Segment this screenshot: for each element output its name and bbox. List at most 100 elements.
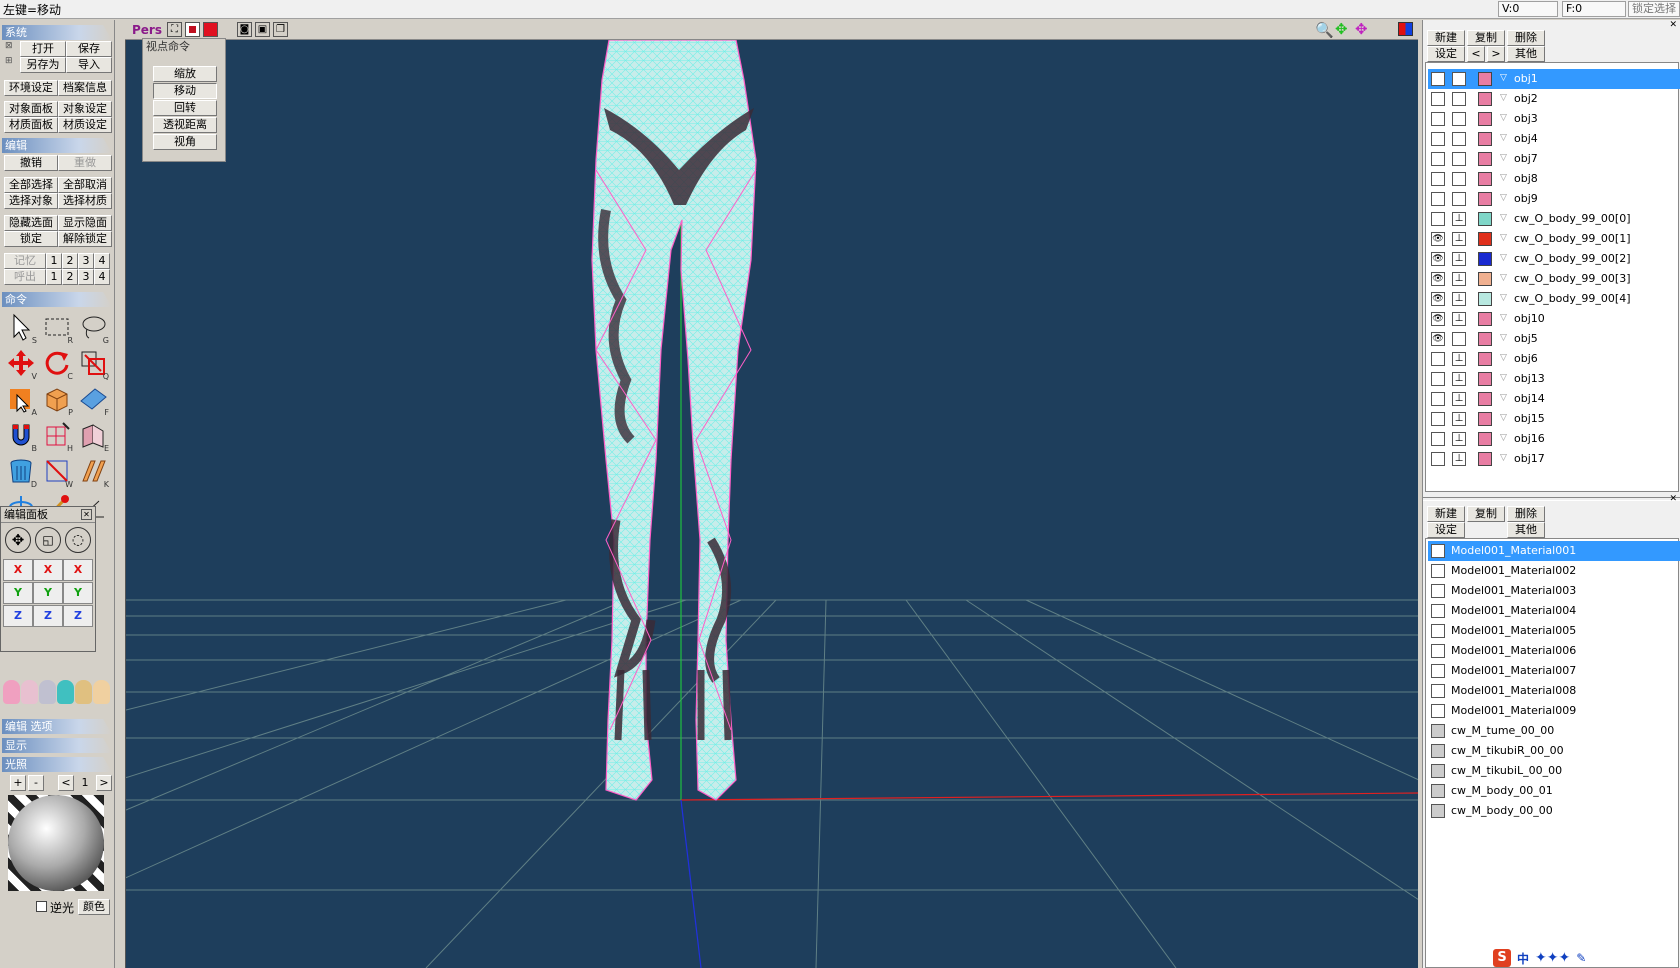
material-swatch[interactable] — [1431, 644, 1445, 658]
object-row[interactable]: ▽ obj8 — [1428, 169, 1680, 189]
chevron-down-icon[interactable]: ▽ — [1500, 313, 1507, 323]
extrude-tool[interactable]: E — [75, 417, 111, 453]
material-swatch[interactable] — [1431, 564, 1445, 578]
recall-slot-1[interactable]: 1 — [46, 269, 62, 285]
close-icon[interactable]: ✕ — [81, 509, 92, 520]
lock-toggle[interactable] — [1452, 192, 1466, 206]
avatar[interactable] — [21, 680, 38, 704]
section-display[interactable]: 显示 — [2, 738, 112, 753]
chevron-down-icon[interactable]: ▽ — [1500, 393, 1507, 403]
visibility-toggle[interactable] — [1431, 212, 1445, 226]
avatar[interactable] — [3, 680, 20, 704]
deselect-all-button[interactable]: 全部取消 — [58, 177, 112, 193]
hide-faces-button[interactable]: 隐藏选面 — [4, 215, 58, 231]
chevron-down-icon[interactable]: ▽ — [1500, 353, 1507, 363]
material-row[interactable]: cw_M_tikubiR_00_00 — [1428, 741, 1680, 761]
chevron-down-icon[interactable]: ▽ — [1500, 113, 1507, 123]
ep-scale-z[interactable]: Z — [33, 605, 63, 627]
file-info-button[interactable]: 档案信息 — [58, 80, 112, 96]
lock-icon[interactable]: ⊥ — [1452, 432, 1466, 446]
object-color-swatch[interactable] — [1478, 212, 1492, 226]
object-color-swatch[interactable] — [1478, 252, 1492, 266]
material-swatch[interactable] — [1431, 604, 1445, 618]
object-color-swatch[interactable] — [1478, 232, 1492, 246]
lasso-tool[interactable]: G — [75, 309, 111, 345]
perspective-distance-button[interactable]: 透视距离 — [153, 117, 217, 133]
lock-toggle[interactable] — [1452, 72, 1466, 86]
object-color-swatch[interactable] — [1478, 132, 1492, 146]
material-row[interactable]: Model001_Material004 — [1428, 601, 1680, 621]
object-row[interactable]: 👁 ⊥ ▽ cw_O_body_99_00[1] — [1428, 229, 1680, 249]
section-edit-options[interactable]: 编辑 选项 — [2, 719, 112, 734]
3d-viewport[interactable] — [125, 20, 1418, 968]
obj-copy-button[interactable]: 复制 — [1467, 30, 1505, 46]
material-swatch[interactable] — [1431, 744, 1445, 758]
avatar[interactable] — [57, 680, 74, 704]
object-row[interactable]: ▽ obj1 — [1428, 69, 1680, 89]
material-swatch[interactable] — [1431, 704, 1445, 718]
object-color-swatch[interactable] — [1478, 292, 1492, 306]
undo-button[interactable]: 撤销 — [4, 155, 58, 171]
material-row[interactable]: Model001_Material009 — [1428, 701, 1680, 721]
lock-toggle[interactable] — [1452, 92, 1466, 106]
material-panel-button[interactable]: 材质面板 — [4, 117, 58, 133]
view-angle-button[interactable]: 视角 — [153, 134, 217, 150]
visibility-toggle[interactable] — [1431, 92, 1445, 106]
material-swatch[interactable] — [1431, 764, 1445, 778]
visibility-toggle[interactable] — [1431, 152, 1445, 166]
eye-icon[interactable]: 👁 — [1431, 272, 1445, 286]
chevron-down-icon[interactable]: ▽ — [1500, 293, 1507, 303]
solid-view-icon[interactable] — [203, 22, 218, 37]
ep-move-x[interactable]: X — [3, 559, 33, 581]
recall-button[interactable]: 呼出 — [4, 269, 46, 285]
lock-icon[interactable]: ⊥ — [1452, 372, 1466, 386]
lock-icon[interactable]: ⊥ — [1452, 252, 1466, 266]
chevron-down-icon[interactable]: ▽ — [1500, 453, 1507, 463]
env-settings-button[interactable]: 环境设定 — [4, 80, 58, 96]
visibility-toggle[interactable] — [1431, 352, 1445, 366]
rotate-view-icon[interactable]: ✥ — [1355, 20, 1368, 38]
lock-icon[interactable]: ⊥ — [1452, 232, 1466, 246]
obj-new-button[interactable]: 新建 — [1427, 30, 1465, 46]
light-prev-button[interactable]: < — [58, 775, 74, 791]
object-row[interactable]: ▽ obj2 — [1428, 89, 1680, 109]
rect-select-tool[interactable]: R — [39, 309, 75, 345]
light-preview[interactable] — [8, 795, 104, 891]
ep-scale-x[interactable]: X — [33, 559, 63, 581]
ep-rotate-z[interactable]: Z — [63, 605, 93, 627]
chevron-down-icon[interactable]: ▽ — [1500, 153, 1507, 163]
save-button[interactable]: 保存 — [66, 41, 112, 57]
light-next-button[interactable]: > — [96, 775, 112, 791]
material-row[interactable]: cw_M_body_00_01 — [1428, 781, 1680, 801]
lock-icon[interactable]: ⊥ — [1452, 412, 1466, 426]
chevron-down-icon[interactable]: ▽ — [1500, 133, 1507, 143]
eye-icon[interactable]: 👁 — [1431, 332, 1445, 346]
create-face-tool[interactable]: A — [3, 381, 39, 417]
material-swatch[interactable] — [1431, 784, 1445, 798]
material-row[interactable]: Model001_Material006 — [1428, 641, 1680, 661]
object-color-swatch[interactable] — [1478, 332, 1492, 346]
object-row[interactable]: ⊥ ▽ obj15 — [1428, 409, 1680, 429]
memo-slot-2[interactable]: 2 — [62, 253, 78, 269]
material-swatch[interactable] — [1431, 684, 1445, 698]
visibility-toggle[interactable] — [1431, 112, 1445, 126]
material-swatch[interactable] — [1431, 804, 1445, 818]
unlock-button[interactable]: 解除锁定 — [58, 231, 112, 247]
close-icon[interactable]: ✕ — [1669, 494, 1677, 504]
object-row[interactable]: 👁 ⊥ ▽ cw_O_body_99_00[3] — [1428, 269, 1680, 289]
object-row[interactable]: ⊥ ▽ cw_O_body_99_00[0] — [1428, 209, 1680, 229]
lock-icon[interactable]: ⊥ — [1452, 392, 1466, 406]
ime-mode[interactable]: 中 — [1517, 950, 1529, 967]
obj-settings-button[interactable]: 设定 — [1427, 46, 1465, 62]
import-button[interactable]: 导入 — [66, 57, 112, 73]
object-color-swatch[interactable] — [1478, 152, 1492, 166]
material-row[interactable]: cw_M_tikubiL_00_00 — [1428, 761, 1680, 781]
lock-toggle[interactable] — [1452, 112, 1466, 126]
material-row[interactable]: cw_M_body_00_00 — [1428, 801, 1680, 821]
lock-selection-button[interactable]: 锁定选择 — [1628, 1, 1680, 17]
memo-slot-4[interactable]: 4 — [94, 253, 110, 269]
select-material-button[interactable]: 选择材质 — [58, 193, 112, 209]
object-row[interactable]: 👁 ▽ obj5 — [1428, 329, 1680, 349]
obj-delete-button[interactable]: 删除 — [1507, 30, 1545, 46]
mat-copy-button[interactable]: 复制 — [1467, 506, 1505, 522]
